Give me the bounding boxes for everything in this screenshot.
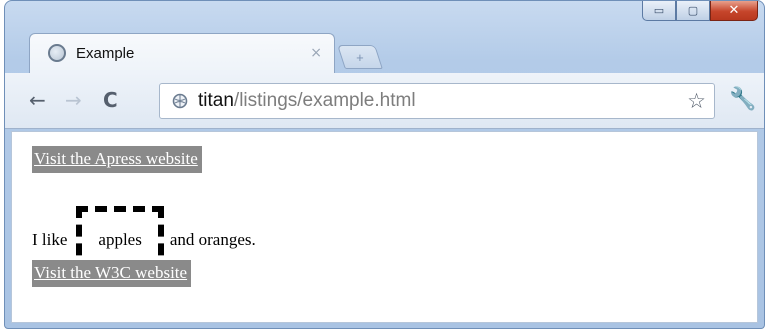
wrench-icon[interactable]: 🔧 <box>729 87 756 112</box>
globe-icon <box>172 93 188 109</box>
apress-link[interactable]: Visit the Apress website <box>32 146 202 173</box>
browser-window: ▭ ▢ ✕ Example × + ← → C titan/listings/e… <box>4 0 765 329</box>
star-icon[interactable]: ☆ <box>687 89 706 113</box>
new-tab-icon: + <box>356 49 364 65</box>
address-bar[interactable]: titan/listings/example.html ☆ <box>159 83 715 119</box>
page-content: Visit the Apress website I like apples a… <box>11 131 758 323</box>
minimize-button[interactable]: ▭ <box>642 1 676 21</box>
tab-content: Example × <box>48 44 322 62</box>
back-arrow-icon[interactable]: ← <box>29 89 46 111</box>
close-icon[interactable]: × <box>310 45 322 61</box>
close-window-button[interactable]: ✕ <box>710 1 758 21</box>
window-caption-buttons: ▭ ▢ ✕ <box>642 1 758 23</box>
reload-icon[interactable]: C <box>103 89 118 111</box>
url-host: titan <box>198 90 234 111</box>
globe-icon <box>48 44 66 62</box>
forward-arrow-icon: → <box>65 88 82 112</box>
new-tab-button[interactable]: + <box>337 45 383 69</box>
url-text: titan/listings/example.html <box>198 90 687 112</box>
url-path: /listings/example.html <box>233 90 416 111</box>
toolbar: ← → C titan/listings/example.html ☆ 🔧 <box>5 73 764 129</box>
w3c-link[interactable]: Visit the W3C website <box>32 260 192 287</box>
sentence-after: and oranges. <box>169 230 256 249</box>
sentence-before: I like <box>32 230 68 249</box>
tab-example[interactable]: Example × <box>29 33 335 73</box>
maximize-button[interactable]: ▢ <box>676 1 710 21</box>
tab-title: Example <box>76 44 135 62</box>
